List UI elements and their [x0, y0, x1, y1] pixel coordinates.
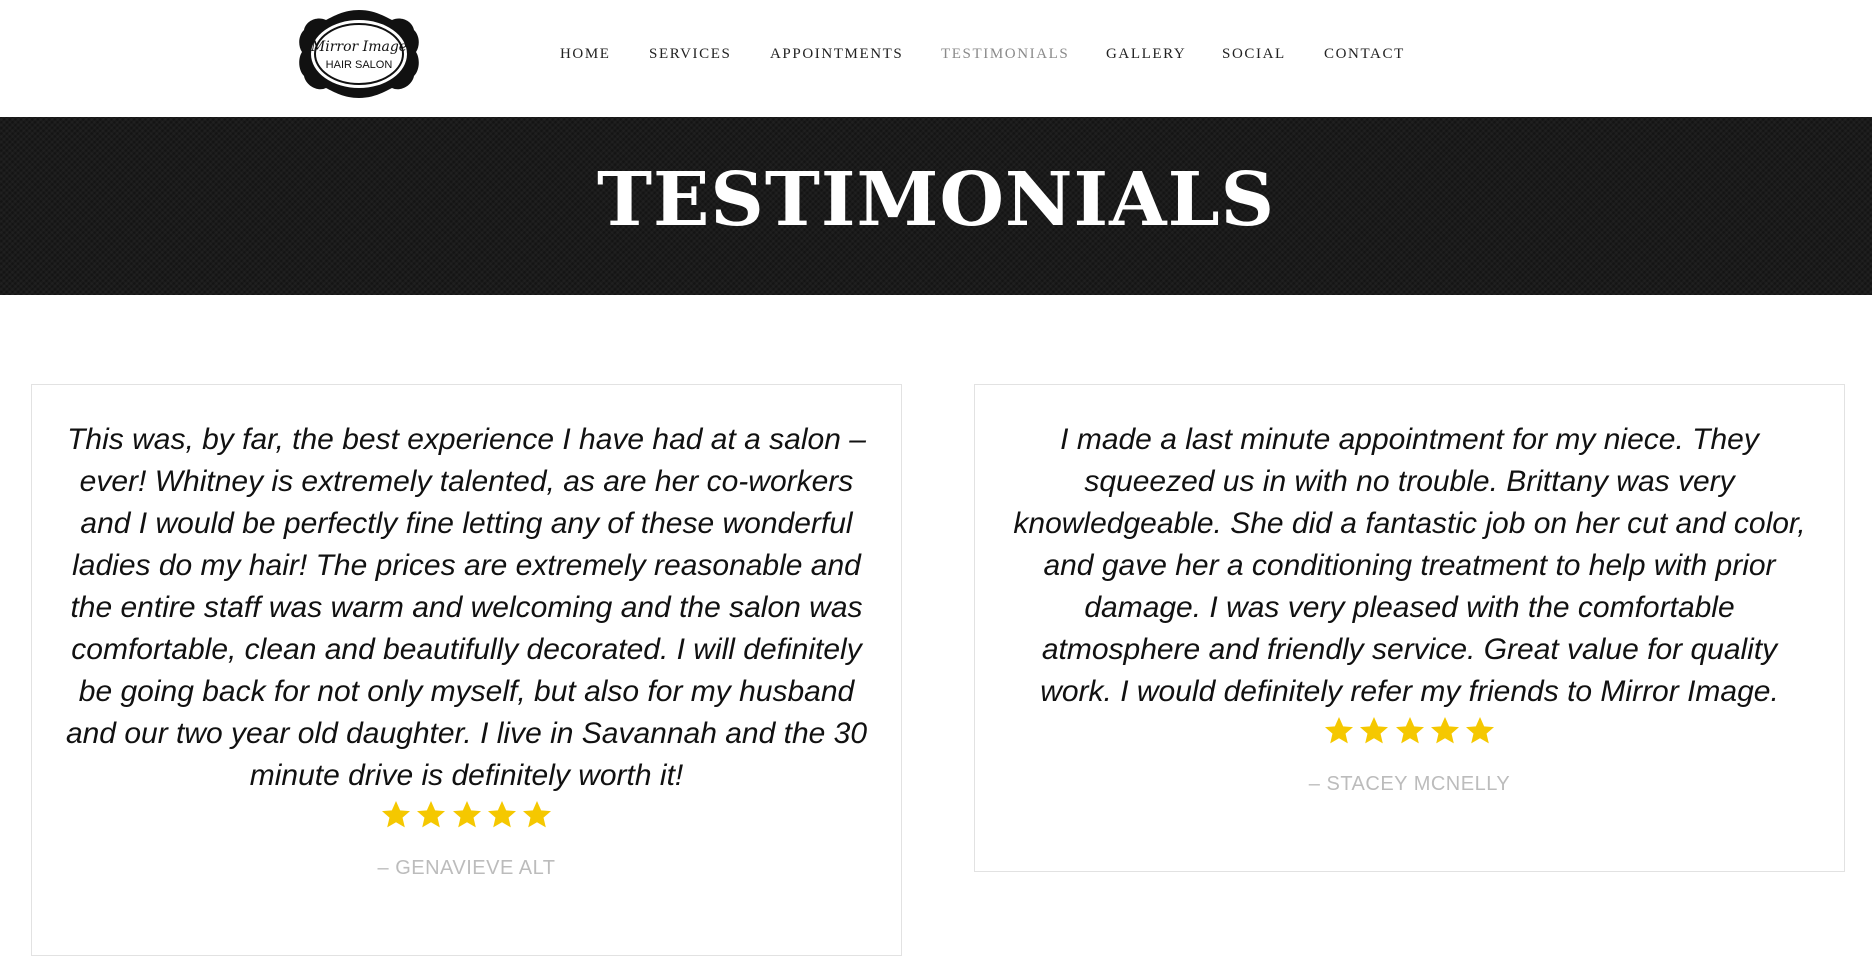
star-rating	[975, 715, 1844, 755]
page-banner: TESTIMONIALS	[0, 117, 1872, 295]
page-title: TESTIMONIALS	[596, 157, 1276, 243]
testimonial-quote: I made a last minute appointment for my …	[1013, 423, 1806, 708]
star-icon	[1323, 715, 1355, 747]
testimonial-quote: This was, by far, the best experience I …	[65, 423, 868, 792]
star-icon	[521, 799, 553, 831]
star-rating	[32, 799, 901, 839]
testimonial-author: – STACEY MCNELLY	[1308, 773, 1511, 795]
star-icon	[1358, 715, 1390, 747]
testimonial-author: – GENAVIEVE ALT	[377, 857, 556, 879]
nav-home[interactable]: HOME	[560, 46, 611, 63]
nav-gallery[interactable]: GALLERY	[1106, 46, 1186, 63]
nav-social[interactable]: SOCIAL	[1222, 46, 1286, 63]
testimonial-card: This was, by far, the best experience I …	[31, 384, 902, 956]
star-icon	[380, 799, 412, 831]
star-icon	[1464, 715, 1496, 747]
nav-appointments[interactable]: APPOINTMENTS	[770, 46, 903, 63]
star-icon	[415, 799, 447, 831]
nav-contact[interactable]: CONTACT	[1324, 46, 1405, 63]
testimonial-card: I made a last minute appointment for my …	[974, 384, 1845, 872]
star-icon	[486, 799, 518, 831]
nav-testimonials[interactable]: TESTIMONIALS	[941, 46, 1069, 63]
star-icon	[1394, 715, 1426, 747]
star-icon	[1429, 715, 1461, 747]
nav-services[interactable]: SERVICES	[649, 46, 731, 63]
site-header: Mirror Image HAIR SALON HOME SERVICES AP…	[0, 0, 1872, 117]
main-nav: HOME SERVICES APPOINTMENTS TESTIMONIALS …	[0, 46, 1872, 66]
star-icon	[451, 799, 483, 831]
